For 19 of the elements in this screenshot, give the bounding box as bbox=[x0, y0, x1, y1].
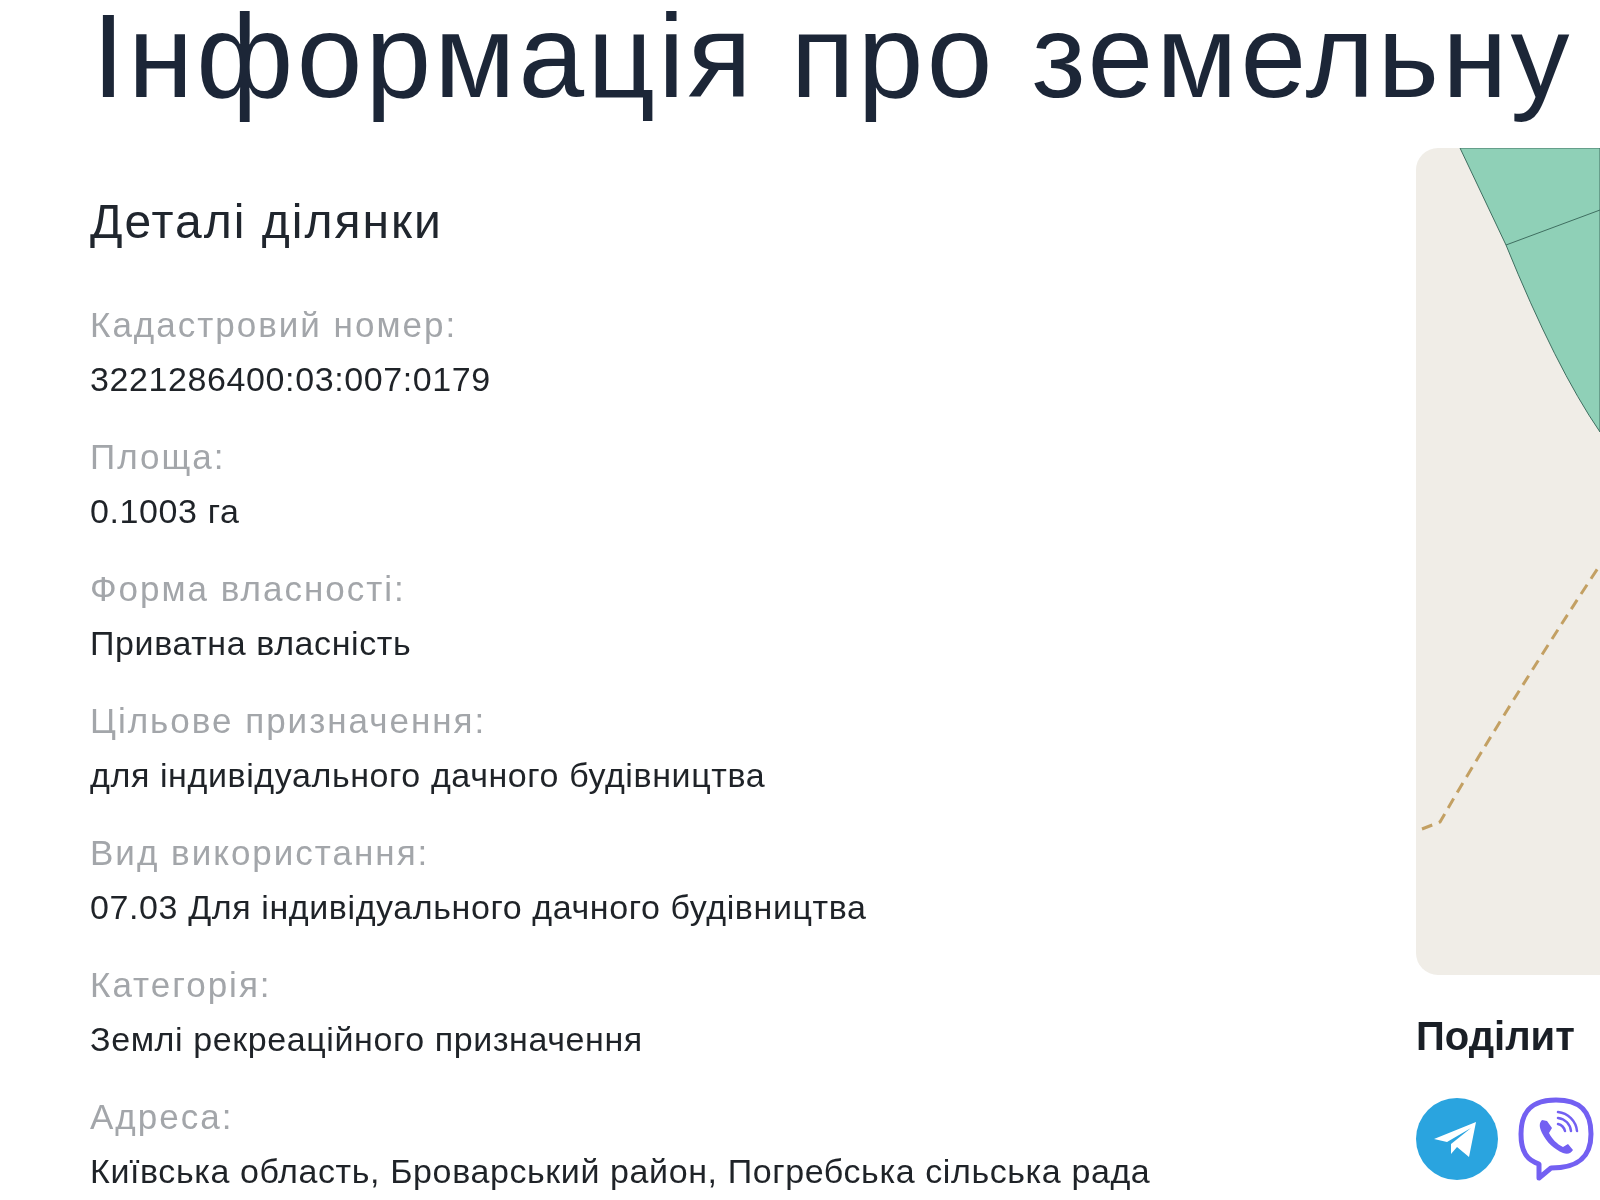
field-label: Цільове призначення: bbox=[90, 700, 488, 742]
field-value: Київська область, Броварський район, Погребська сільська рада bbox=[90, 1151, 1152, 1192]
section-heading: Деталі ділянки bbox=[90, 194, 444, 250]
field-label: Адреса: bbox=[90, 1096, 235, 1138]
field-value: 07.03 Для індивідуального дачного будівництва bbox=[90, 887, 868, 928]
field-value: 3221286400:03:007:0179 bbox=[90, 359, 492, 400]
page-title: Інформація про земельну bbox=[92, 0, 1574, 124]
share-heading: Поділит bbox=[1416, 1014, 1576, 1058]
phone-bubble-icon[interactable] bbox=[1517, 1096, 1595, 1182]
field-label: Кадастровий номер: bbox=[90, 304, 459, 346]
field-label: Вид використання: bbox=[90, 832, 431, 874]
field-value: для індивідуального дачного будівництва bbox=[90, 755, 767, 796]
field-label: Площа: bbox=[90, 436, 227, 478]
field-value: Приватна власність bbox=[90, 623, 413, 664]
field-value: Землі рекреаційного призначення bbox=[90, 1019, 644, 1060]
field-value: 0.1003 га bbox=[90, 491, 241, 532]
field-label: Форма власності: bbox=[90, 568, 407, 610]
paper-plane-icon[interactable] bbox=[1416, 1098, 1498, 1180]
field-label: Категорія: bbox=[90, 964, 273, 1006]
